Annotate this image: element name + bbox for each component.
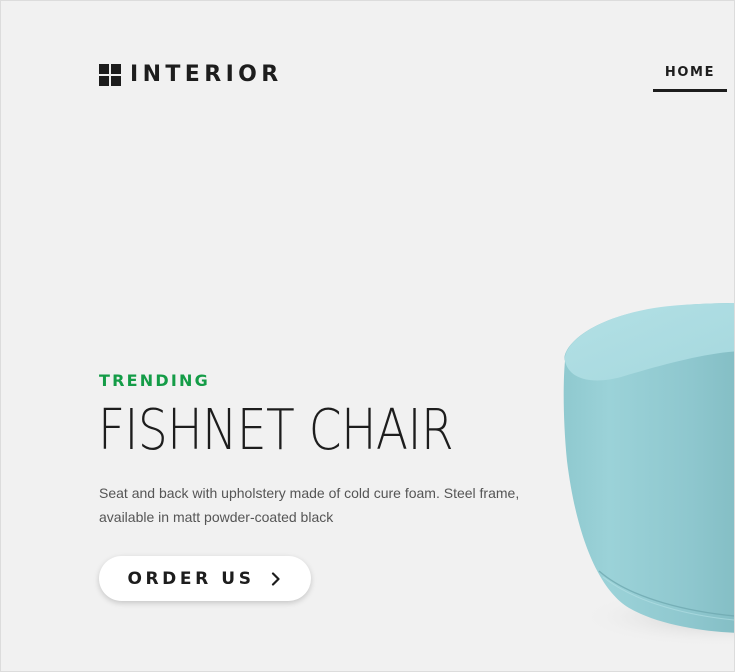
hero-description: Seat and back with upholstery made of co… bbox=[99, 485, 520, 525]
order-us-button[interactable]: ORDER US bbox=[99, 556, 311, 601]
nav-item-home[interactable]: HOME bbox=[653, 65, 727, 92]
pouf-product-image bbox=[541, 281, 734, 671]
logo-text: INTERIOR bbox=[130, 62, 283, 87]
hero-eyebrow: TRENDING bbox=[99, 371, 210, 390]
hero-title: FISHNET CHAIR bbox=[98, 398, 454, 463]
logo[interactable]: INTERIOR bbox=[99, 62, 283, 88]
grid-logo-icon bbox=[99, 64, 121, 86]
order-us-label: ORDER US bbox=[127, 568, 255, 589]
chevron-right-icon bbox=[269, 571, 283, 586]
landing-page: INTERIOR HOME TRENDING FISHNET CHAIR Sea… bbox=[0, 0, 735, 672]
